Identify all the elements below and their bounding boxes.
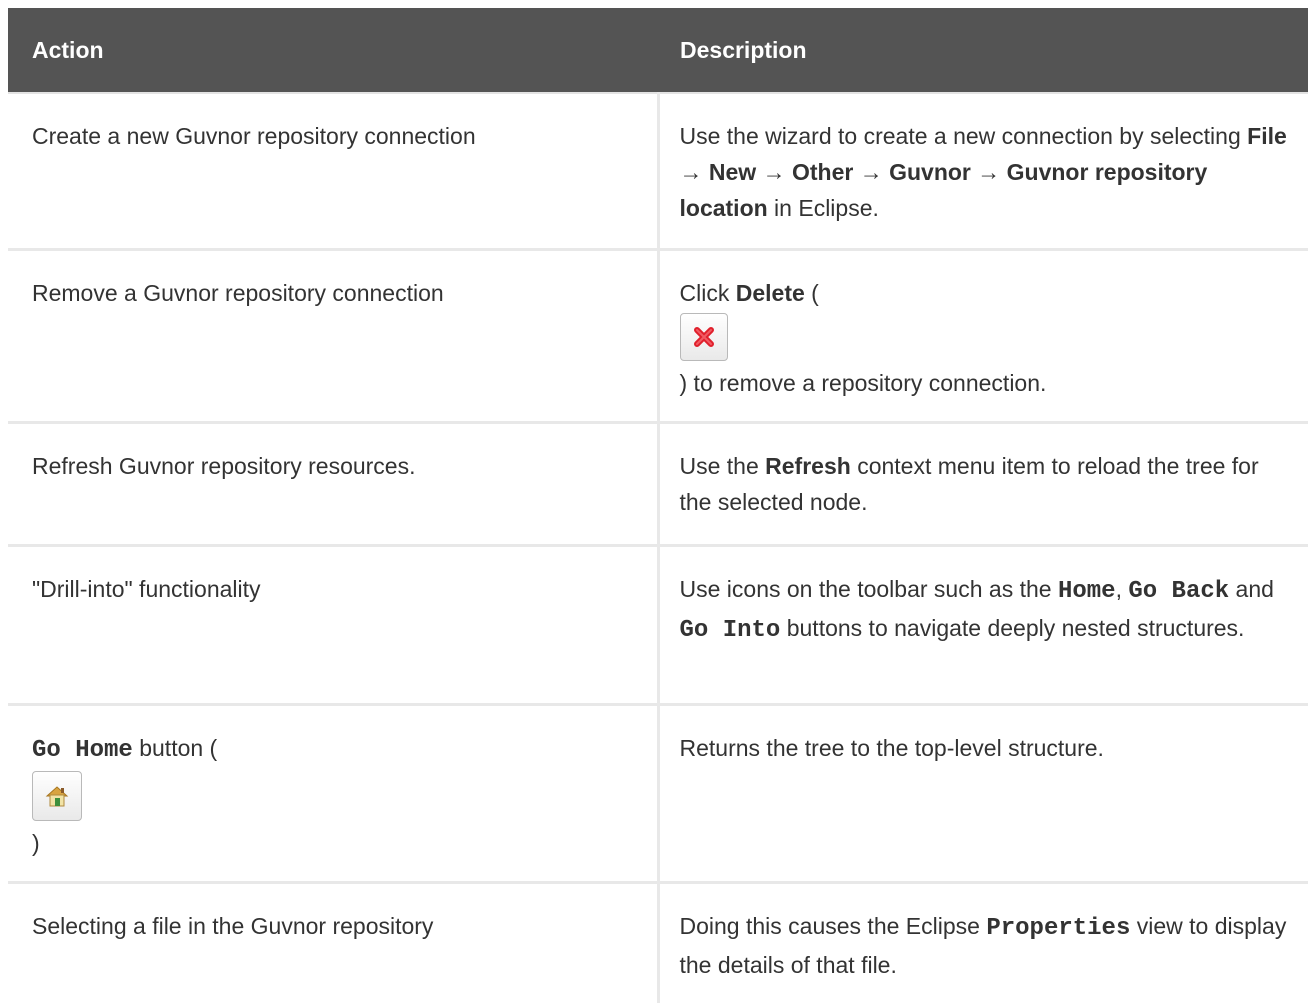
go-into-code-label: Go Into [680,617,781,644]
description-cell: Use the Refresh context menu item to rel… [658,423,1308,546]
action-text: button ( [133,735,217,761]
description-cell: Click Delete ( ) to remove a repository … [658,250,1308,423]
description-text: buttons to navigate deeply nested struct… [780,615,1244,641]
table-row: Remove a Guvnor repository connection Cl… [8,250,1308,423]
column-header-description: Description [658,8,1308,93]
action-cell: "Drill-into" functionality [8,546,658,705]
menu-guvnor-label: Guvnor [889,159,971,185]
home-code-label: Home [1058,578,1116,605]
column-header-action: Action [8,8,658,93]
arrow-separator: → [756,159,792,185]
menu-file-label: File [1247,123,1287,149]
go-back-code-label: Go Back [1128,578,1229,605]
menu-other-label: Other [792,159,853,185]
action-cell: Refresh Guvnor repository resources. [8,423,658,546]
properties-code-label: Properties [986,915,1130,942]
table-header-row: Action Description [8,8,1308,93]
table-row: Refresh Guvnor repository resources. Use… [8,423,1308,546]
action-text: ) [32,830,40,856]
description-text: in Eclipse. [768,195,879,221]
arrow-separator: → [680,159,709,185]
description-cell: Use icons on the toolbar such as the Hom… [658,546,1308,705]
arrow-separator: → [971,159,1007,185]
description-text: Click [680,280,736,306]
go-home-button[interactable] [32,771,82,821]
action-cell: Create a new Guvnor repository connectio… [8,93,658,250]
actions-table: Action Description Create a new Guvnor r… [8,8,1308,1003]
description-text: ( [805,280,819,306]
description-text: Use the wizard to create a new connectio… [680,123,1248,149]
description-cell: Doing this causes the Eclipse Properties… [658,883,1308,1003]
menu-new-label: New [709,159,756,185]
description-text: and [1229,576,1274,602]
table-row: "Drill-into" functionality Use icons on … [8,546,1308,705]
description-text: Doing this causes the Eclipse [680,913,987,939]
description-text: Use the [680,453,766,479]
arrow-separator: → [853,159,889,185]
delete-label: Delete [736,280,805,306]
refresh-label: Refresh [765,453,851,479]
description-cell: Returns the tree to the top-level struct… [658,705,1308,883]
table-row: Go Home button ( ) Returns the tree to t… [8,705,1308,883]
description-text: Use icons on the toolbar such as the [680,576,1058,602]
go-home-code-label: Go Home [32,737,133,764]
action-cell: Selecting a file in the Guvnor repositor… [8,883,658,1003]
description-cell: Use the wizard to create a new connectio… [658,93,1308,250]
action-cell: Go Home button ( ) [8,705,658,883]
home-icon [44,783,70,809]
table-row: Create a new Guvnor repository connectio… [8,93,1308,250]
action-cell: Remove a Guvnor repository connection [8,250,658,423]
delete-button[interactable] [680,313,728,361]
table-row: Selecting a file in the Guvnor repositor… [8,883,1308,1003]
description-text: ) to remove a repository connection. [680,370,1047,396]
delete-x-icon [691,324,717,350]
description-text: , [1116,576,1129,602]
